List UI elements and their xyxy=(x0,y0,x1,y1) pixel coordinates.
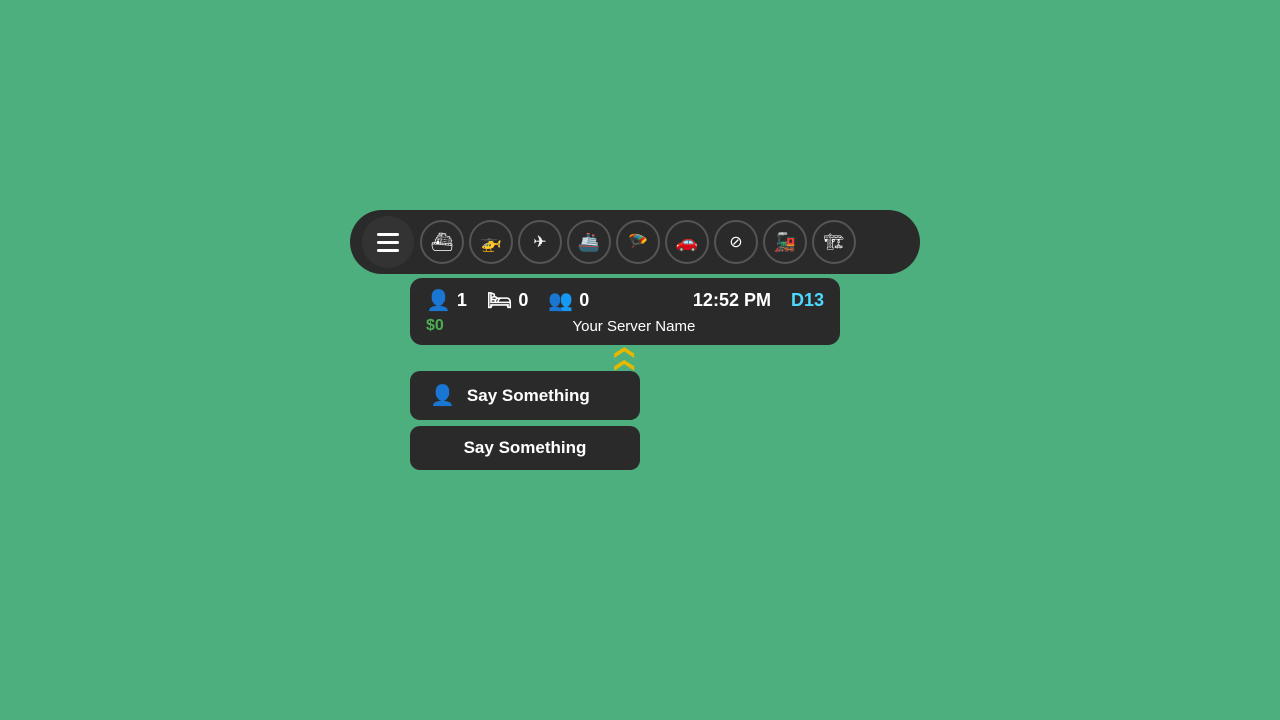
action-buttons: 👤 Say Something Say Something xyxy=(410,371,920,470)
player-icon: 👤 xyxy=(426,288,451,313)
ui-container: ⛴ 🚁 ✈ 🚢 🪂 🚗 ⊘ 🚂 🏗 👤 1 🛏 0 👥 0 xyxy=(350,210,920,470)
group-count: 0 xyxy=(579,290,589,311)
ship-icon[interactable]: ⛴ xyxy=(420,220,464,264)
info-panel: 👤 1 🛏 0 👥 0 12:52 PM D13 $0 Your Server … xyxy=(410,278,840,345)
say-something-1-label: Say Something xyxy=(467,386,590,406)
say-something-2-label: Say Something xyxy=(464,438,587,457)
server-row: $0 Your Server Name xyxy=(426,317,824,335)
player-stat: 👤 1 xyxy=(426,288,467,313)
crane-icon[interactable]: 🏗 xyxy=(812,220,856,264)
toolbar: ⛴ 🚁 ✈ 🚢 🪂 🚗 ⊘ 🚂 🏗 xyxy=(350,210,920,274)
train-icon[interactable]: 🚂 xyxy=(763,220,807,264)
car-icon[interactable]: 🚗 xyxy=(665,220,709,264)
sleep-icon: 🛏 xyxy=(487,288,512,313)
day-badge: D13 xyxy=(791,290,824,311)
hamburger-icon xyxy=(377,233,399,252)
menu-button[interactable] xyxy=(362,216,414,268)
player-count: 1 xyxy=(457,290,467,311)
helicopter-icon[interactable]: 🚁 xyxy=(469,220,513,264)
vehicle-icons-group: ⛴ 🚁 ✈ 🚢 🪂 🚗 ⊘ 🚂 🏗 xyxy=(420,220,856,264)
person-icon: 👤 xyxy=(430,383,455,408)
group-icon: 👥 xyxy=(548,288,573,313)
chevron-container: ❮❮ xyxy=(410,347,840,367)
money-display: $0 xyxy=(426,317,444,335)
group-stat: 👥 0 xyxy=(548,288,589,313)
plane-icon[interactable]: ✈ xyxy=(518,220,562,264)
server-name: Your Server Name xyxy=(444,318,824,335)
chevron-up-icon: ❮❮ xyxy=(615,344,635,370)
sleep-count: 0 xyxy=(518,290,528,311)
sleep-stat: 🛏 0 xyxy=(487,288,528,313)
no-vehicle-icon[interactable]: ⊘ xyxy=(714,220,758,264)
time-display: 12:52 PM xyxy=(693,290,771,311)
say-something-button[interactable]: Say Something xyxy=(410,426,640,470)
parachute-icon[interactable]: 🪂 xyxy=(616,220,660,264)
stats-row: 👤 1 🛏 0 👥 0 12:52 PM D13 xyxy=(426,288,824,313)
say-something-player-button[interactable]: 👤 Say Something xyxy=(410,371,640,420)
boat-icon[interactable]: 🚢 xyxy=(567,220,611,264)
